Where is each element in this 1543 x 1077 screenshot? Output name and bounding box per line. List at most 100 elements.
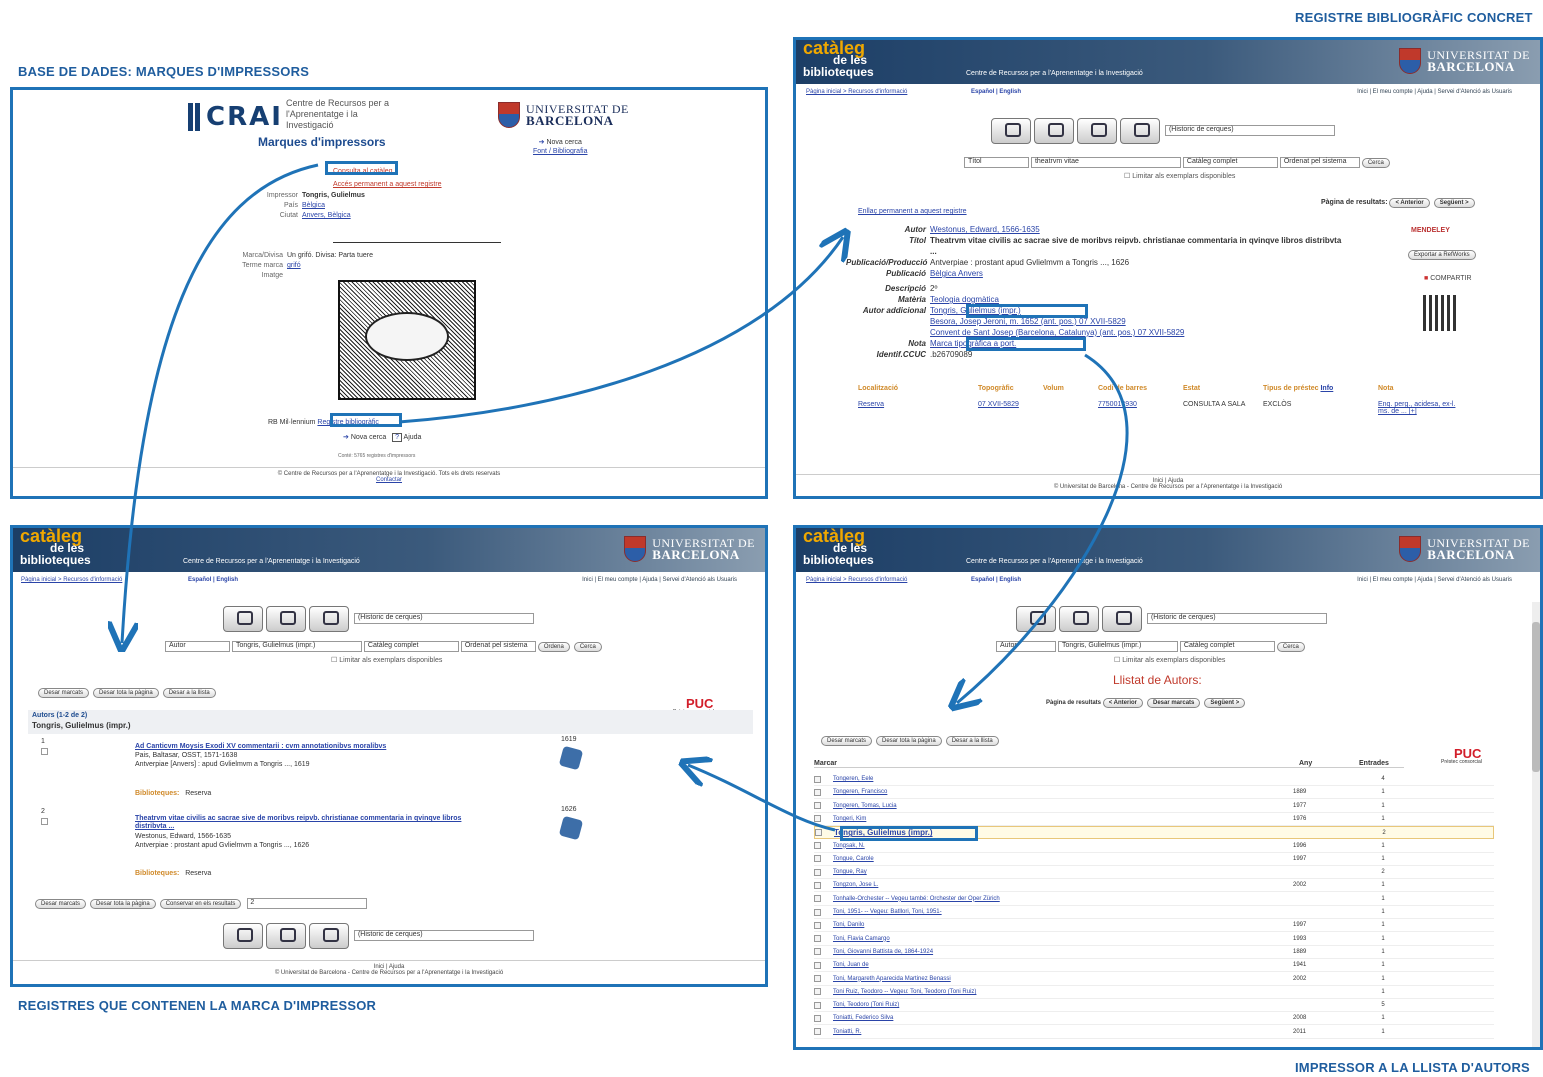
order-button[interactable]: Ordena: [537, 642, 570, 653]
row-checkbox[interactable]: [814, 975, 821, 982]
author-link[interactable]: Toni Ruiz, Teodoro -- Vegeu: Toni, Teodo…: [833, 989, 1293, 995]
search-button[interactable]: Cerca: [1276, 642, 1305, 653]
history-select[interactable]: (Historic de cerques): [1146, 612, 1327, 624]
row-checkbox[interactable]: [814, 881, 821, 889]
search-button[interactable]: Cerca: [573, 642, 602, 653]
filter-icon[interactable]: [266, 606, 306, 632]
row-checkbox[interactable]: [814, 935, 821, 943]
new-search-button-2[interactable]: ➔ Nova cerca: [343, 434, 386, 441]
author-link[interactable]: Toniatti, R.: [833, 1029, 1293, 1035]
language-switch[interactable]: Español | English: [188, 577, 238, 583]
search-input[interactable]: Tongris, Gulielmus (impr.): [1057, 641, 1178, 652]
help-button[interactable]: ? Ajuda: [392, 433, 421, 442]
refworks-button[interactable]: Exportar a RefWorks: [1408, 250, 1476, 260]
prev-button[interactable]: < Anterior: [1389, 198, 1430, 208]
return-list-icon[interactable]: [223, 923, 263, 949]
save-marked-button[interactable]: Desar marcats: [1147, 698, 1201, 708]
order-select[interactable]: Ordenat pel sistema: [1279, 157, 1360, 168]
author-link[interactable]: Tongeren, Eele: [833, 776, 1293, 782]
return-list-icon[interactable]: [1016, 606, 1056, 632]
author-link[interactable]: Toni, Giovanni Battista de, 1864-1924: [833, 949, 1293, 955]
row-checkbox[interactable]: [814, 868, 821, 876]
row-checkbox[interactable]: [814, 802, 821, 810]
author-link[interactable]: Toniatti, Federico Silva: [833, 1015, 1293, 1021]
save-marked-button[interactable]: Desar marcats: [821, 736, 873, 746]
top-nav[interactable]: Inici | El meu compte | Ajuda | Servei d…: [1357, 89, 1512, 95]
permanent-link[interactable]: Enllaç permanent a aquest registre: [858, 208, 967, 215]
order-select[interactable]: Ordenat pel sistema: [460, 641, 536, 652]
keep-results-input[interactable]: 2: [247, 898, 368, 909]
catalog-select[interactable]: Catàleg complet: [363, 641, 459, 652]
share-button[interactable]: ■ COMPARTIR: [1424, 275, 1472, 282]
prev-button[interactable]: < Anterior: [1102, 698, 1143, 708]
top-nav[interactable]: Inici | El meu compte | Ajuda | Servei d…: [582, 577, 737, 583]
row-checkbox[interactable]: [814, 988, 821, 996]
catalog-select[interactable]: Catàleg complet: [1182, 157, 1278, 168]
row-checkbox[interactable]: [814, 895, 821, 903]
search-button[interactable]: Cerca: [1361, 158, 1390, 169]
save-marked-button[interactable]: Desar marcats: [35, 899, 87, 910]
author-link[interactable]: Tongzon, Jose L.: [833, 882, 1293, 888]
catalog-select[interactable]: Catàleg complet: [1179, 641, 1275, 652]
return-list-icon[interactable]: [223, 606, 263, 632]
new-search-icon[interactable]: [1102, 606, 1142, 632]
new-search-icon[interactable]: [309, 606, 349, 632]
contact-link[interactable]: Contactar: [13, 477, 765, 483]
new-search-icon[interactable]: [309, 923, 349, 949]
other-records-icon[interactable]: [1077, 118, 1117, 144]
language-switch[interactable]: Español | English: [971, 577, 1021, 583]
save-page-button[interactable]: Desar tota la pàgina: [90, 899, 156, 910]
limit-checkbox[interactable]: ☐ Limitar als exemplars disponibles: [1124, 172, 1235, 180]
row-checkbox[interactable]: [814, 921, 821, 929]
result-title-link[interactable]: Ad Canticvm Moysis Exodi XV commentarii …: [135, 743, 386, 750]
next-button[interactable]: Següent >: [1433, 198, 1475, 208]
row-checkbox[interactable]: [814, 775, 821, 783]
history-select[interactable]: (Historic de cerques): [353, 612, 534, 624]
save-page-button[interactable]: Desar tota la pàgina: [876, 736, 942, 746]
search-field-select[interactable]: Autor: [165, 641, 230, 652]
scrollbar-thumb[interactable]: [1532, 622, 1540, 772]
search-field-select[interactable]: Títol: [964, 157, 1029, 168]
author-link[interactable]: Tongsak, N.: [833, 843, 1293, 849]
row-checkbox[interactable]: [814, 908, 821, 916]
author-link[interactable]: Toni, Teodoro (Toni Ruiz): [833, 1002, 1293, 1008]
author-link[interactable]: Toni, 1951- -- Vegeu: Batllori, Toni, 19…: [833, 909, 1293, 915]
save-page-button[interactable]: Desar tota la pàgina: [93, 688, 159, 698]
author-link[interactable]: Tongeren, Francisco: [833, 789, 1293, 795]
search-input[interactable]: theatrvm vitae: [1030, 157, 1181, 168]
author-link[interactable]: Tongue, Carole: [833, 856, 1293, 862]
author-link[interactable]: Toni, Danilo: [833, 922, 1293, 928]
result-checkbox[interactable]: [41, 818, 48, 825]
row-checkbox[interactable]: [814, 1014, 821, 1022]
keep-results-button[interactable]: Conservar en els resultats: [159, 899, 242, 910]
next-button[interactable]: Següent >: [1204, 698, 1246, 708]
limit-checkbox[interactable]: ☐ Limitar als exemplars disponibles: [1114, 656, 1225, 664]
mendeley-button[interactable]: MENDELEY: [1411, 227, 1450, 234]
author-link[interactable]: Tongeren, Tomas, Lucia: [833, 803, 1293, 809]
breadcrumb[interactable]: Pàgina inicial > Recursos d'informació: [21, 577, 122, 583]
save-list-button[interactable]: Desar a la llista: [162, 688, 216, 698]
source-link[interactable]: Font / Bibliografia: [533, 147, 587, 156]
scrollbar[interactable]: [1532, 602, 1540, 1047]
row-checkbox[interactable]: [814, 1028, 821, 1036]
author-link[interactable]: Tongeri, Kim: [833, 816, 1293, 822]
author-link[interactable]: Toni, Juan de: [833, 962, 1293, 968]
row-checkbox[interactable]: [814, 948, 821, 956]
result-title-link[interactable]: Theatrvm vitae civilis ac sacrae sive de…: [135, 815, 475, 831]
filter-icon[interactable]: [266, 923, 306, 949]
history-select[interactable]: (Historic de cerques): [1164, 124, 1335, 136]
save-marked-button[interactable]: Desar marcats: [38, 688, 90, 698]
history-select[interactable]: (Historic de cerques): [353, 929, 534, 941]
info-link[interactable]: Info: [1320, 385, 1333, 392]
search-input[interactable]: Tongris, Gulielmus (impr.): [231, 641, 362, 652]
new-search-icon[interactable]: [1120, 118, 1160, 144]
row-checkbox[interactable]: [814, 1001, 821, 1009]
language-switch[interactable]: Español | English: [971, 89, 1021, 95]
row-checkbox[interactable]: [814, 788, 821, 796]
author-link[interactable]: Tonhalle-Orchester -- Vegeu també: Orche…: [833, 896, 1293, 902]
permanent-link[interactable]: Accés permanent a aquest registre: [333, 181, 442, 188]
breadcrumb[interactable]: Pàgina inicial > Recursos d'informació: [806, 89, 907, 95]
filter-icon[interactable]: [1059, 606, 1099, 632]
top-nav[interactable]: Inici | El meu compte | Ajuda | Servei d…: [1357, 577, 1512, 583]
author-link[interactable]: Toni, Flavia Camargo: [833, 936, 1293, 942]
